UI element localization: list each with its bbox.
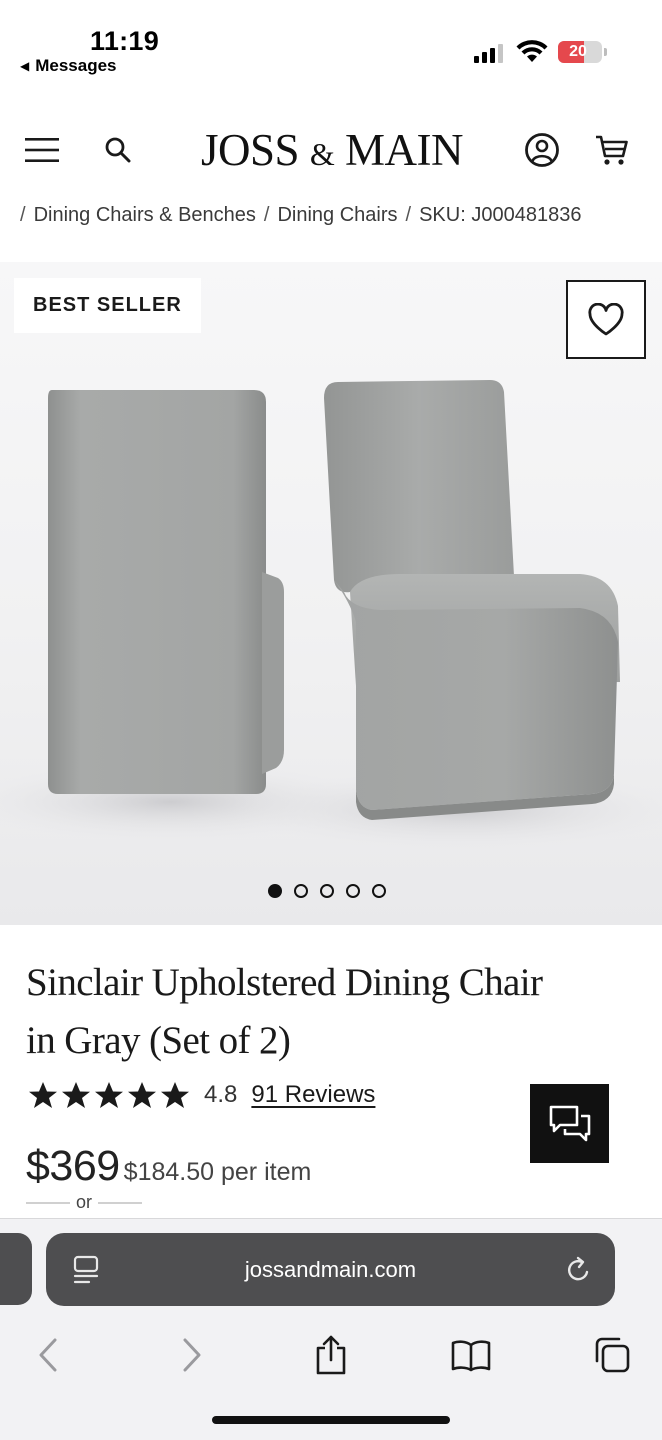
site-logo[interactable]: JOSS & MAIN (160, 124, 504, 180)
status-time: 11:19 (90, 26, 160, 56)
back-icon (39, 1338, 57, 1372)
rating-summary: 4.8 91 Reviews (28, 1078, 375, 1112)
product-title-line: Sinclair Upholstered Dining Chair (26, 961, 543, 1004)
wifi-icon (516, 40, 548, 62)
price-row: $369 $184.50 per item (26, 1142, 311, 1191)
product-price: $369 (26, 1142, 120, 1190)
reload-icon[interactable] (565, 1255, 593, 1285)
bookmarks-button[interactable] (441, 1325, 501, 1385)
divider-line (26, 1201, 70, 1204)
logo-word-main: MAIN (344, 125, 464, 175)
bookmarks-icon (451, 1340, 491, 1372)
star-icon (29, 1082, 57, 1108)
breadcrumb-separator: / (405, 204, 412, 226)
account-button[interactable] (520, 128, 564, 172)
chat-button[interactable] (530, 1084, 609, 1163)
url-text: jossandmain.com (244, 1256, 417, 1282)
or-divider: or (26, 1192, 143, 1213)
menu-button[interactable] (22, 130, 62, 170)
battery-indicator: 20 (558, 41, 607, 63)
star-icon (128, 1082, 156, 1108)
carousel-dot[interactable] (372, 884, 386, 898)
breadcrumb-separator: / (263, 204, 270, 226)
product-title-line: in Gray (Set of 2) (26, 1019, 291, 1062)
breadcrumb-separator: / (20, 204, 26, 226)
tabs-button[interactable] (582, 1325, 642, 1385)
rating-value: 4.8 (204, 1081, 238, 1108)
site-header: JOSS & MAIN (0, 110, 662, 190)
best-seller-badge: BEST SELLER (14, 278, 201, 333)
logo-word-joss: JOSS (201, 125, 300, 175)
star-icon (161, 1082, 189, 1108)
cellular-signal-icon (474, 43, 503, 63)
breadcrumb-link-dining-chairs-benches[interactable]: Dining Chairs & Benches (34, 204, 256, 227)
favorite-button[interactable] (566, 280, 646, 359)
product-image-carousel[interactable]: BEST SELLER (0, 262, 662, 925)
address-bar[interactable]: jossandmain.com (46, 1233, 615, 1306)
home-indicator (212, 1416, 450, 1424)
chat-icon (549, 1105, 590, 1141)
heart-icon (588, 302, 624, 335)
star-rating (28, 1081, 190, 1109)
breadcrumb-link-dining-chairs[interactable]: Dining Chairs (277, 204, 397, 227)
back-triangle-icon: ◀ (20, 59, 30, 73)
star-icon (62, 1082, 90, 1108)
product-image (0, 380, 662, 850)
star-icon (95, 1082, 123, 1108)
carousel-dot[interactable] (294, 884, 308, 898)
menu-icon (25, 138, 59, 162)
browser-nav-toolbar (0, 1325, 662, 1385)
carousel-dot[interactable] (320, 884, 334, 898)
tabs-icon (595, 1337, 630, 1373)
forward-button[interactable] (162, 1325, 222, 1385)
divider-line (98, 1201, 143, 1204)
or-label: or (76, 1192, 93, 1212)
previous-tab-preview[interactable] (0, 1233, 32, 1305)
product-title: Sinclair Upholstered Dining Chair in Gra… (26, 954, 626, 1070)
breadcrumb-sku: SKU: J000481836 (419, 204, 582, 226)
back-app-label: Messages (35, 56, 117, 75)
back-to-messages[interactable]: ◀ Messages (20, 56, 117, 76)
battery-nub (604, 48, 607, 56)
browser-toolbar: jossandmain.com (0, 1218, 662, 1440)
reviews-link[interactable]: 91 Reviews (251, 1081, 375, 1109)
share-icon (316, 1335, 346, 1375)
status-bar: 11:19 ◀ Messages 20 (0, 0, 662, 90)
battery-level: 20 (569, 43, 587, 60)
back-button[interactable] (18, 1325, 78, 1385)
share-button[interactable] (301, 1325, 361, 1385)
per-item-price: $184.50 per item (123, 1158, 312, 1186)
forward-icon (183, 1338, 201, 1372)
search-button[interactable] (98, 130, 138, 170)
carousel-dot[interactable] (346, 884, 360, 898)
cart-button[interactable] (590, 128, 634, 172)
carousel-dot[interactable] (268, 884, 282, 898)
breadcrumb: / Dining Chairs & Benches / Dining Chair… (20, 204, 650, 227)
account-icon (525, 133, 559, 167)
logo-ampersand: & (309, 136, 335, 172)
cart-icon (596, 135, 628, 165)
search-icon (105, 137, 131, 163)
carousel-dots (268, 884, 386, 898)
